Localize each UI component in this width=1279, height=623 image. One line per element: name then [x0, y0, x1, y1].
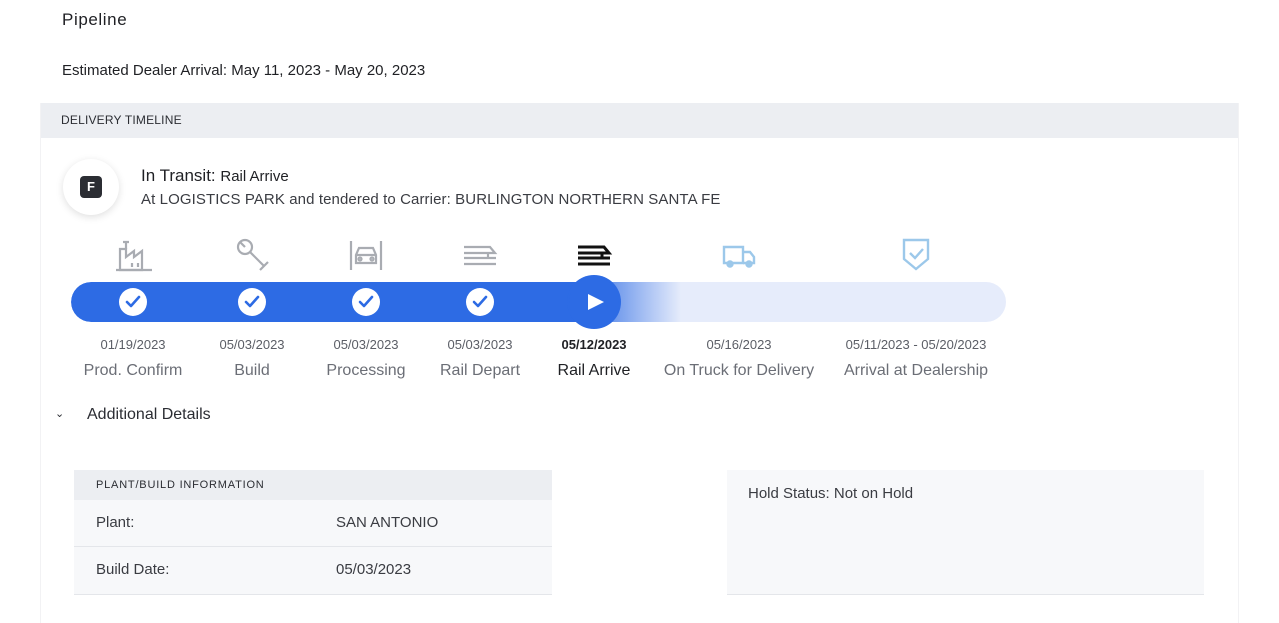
factory-icon [114, 237, 154, 273]
status-value: Rail Arrive [220, 168, 289, 185]
step-current-play [569, 277, 619, 327]
step-complete-check [119, 288, 147, 316]
step-complete-check [466, 288, 494, 316]
info-row: Build Date: 05/03/2023 [74, 547, 552, 595]
info-key: Plant: [96, 514, 135, 531]
hold-status-card: Hold Status: Not on Hold [727, 470, 1204, 595]
status-label: In Transit: [141, 166, 216, 185]
progress-fill [71, 282, 594, 322]
estimated-arrival: Estimated Dealer Arrival: May 11, 2023 -… [62, 62, 426, 79]
chevron-down-icon: ⌄ [55, 408, 65, 420]
step-label: Rail Arrive [557, 362, 631, 379]
info-row: Plant: SAN ANTONIO [74, 500, 552, 547]
plant-build-header: PLANT/BUILD INFORMATION [74, 470, 552, 500]
truck-icon [719, 237, 759, 273]
step-date: 05/11/2023 - 05/20/2023 [845, 337, 987, 352]
progress-track [71, 282, 1006, 322]
step-date: 05/12/2023 [561, 337, 627, 352]
plant-build-card: PLANT/BUILD INFORMATION Plant: SAN ANTON… [74, 470, 552, 595]
step-label: Processing [326, 362, 406, 379]
delivery-timeline-header: DELIVERY TIMELINE [41, 103, 1238, 138]
step-label: Prod. Confirm [83, 362, 183, 379]
step-complete-check [352, 288, 380, 316]
additional-details-label: Additional Details [87, 406, 211, 423]
info-value: SAN ANTONIO [336, 514, 439, 531]
brand-avatar: F [63, 159, 119, 215]
page-title: Pipeline [62, 10, 128, 29]
hold-status: Hold Status: Not on Hold [748, 485, 914, 502]
step-complete-check [238, 288, 266, 316]
brand-badge: F [80, 176, 102, 198]
step-label: Arrival at Dealership [843, 362, 989, 379]
step-date: 05/03/2023 [333, 337, 399, 352]
step-label: On Truck for Delivery [663, 362, 815, 379]
info-key: Build Date: [96, 561, 170, 578]
info-value: 05/03/2023 [336, 561, 412, 578]
step-date: 01/19/2023 [100, 337, 166, 352]
car-front-icon [346, 237, 386, 273]
status-detail: At LOGISTICS PARK and tendered to Carrie… [141, 191, 721, 208]
step-label: Rail Depart [439, 362, 521, 379]
shield-check-icon [896, 237, 936, 273]
delivery-timeline-panel: DELIVERY TIMELINE F In Transit: Rail Arr… [40, 103, 1239, 623]
step-date: 05/03/2023 [447, 337, 513, 352]
additional-details-toggle[interactable]: ⌄ Additional Details [55, 406, 211, 424]
step-date: 05/16/2023 [706, 337, 772, 352]
status-heading: In Transit: Rail Arrive [141, 166, 289, 186]
railcar-icon [574, 237, 614, 273]
step-date: 05/03/2023 [219, 337, 285, 352]
wrench-icon [232, 237, 272, 273]
railcar-icon [460, 237, 500, 273]
step-label: Build [234, 362, 270, 379]
